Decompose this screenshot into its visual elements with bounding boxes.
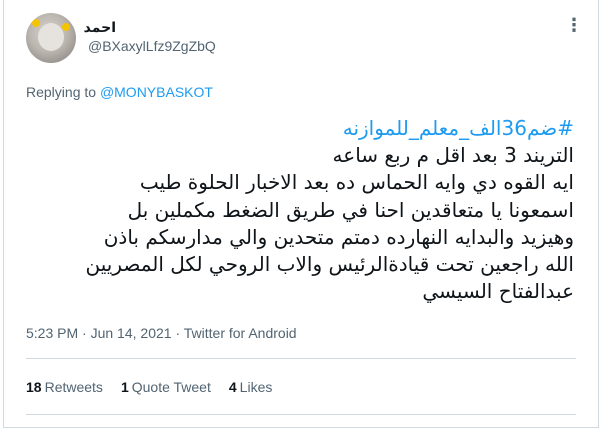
tweet-time[interactable]: 5:23 PM [26,325,78,341]
emoji-icon [32,19,40,27]
divider [26,414,576,415]
retweets-count: 18 [26,379,42,395]
tweet-date[interactable]: Jun 14, 2021 [91,325,172,341]
tweet-source[interactable]: Twitter for Android [184,325,297,341]
meta-separator: · [82,325,87,341]
user-handle[interactable]: @BXaxylLfz9ZgZbQ [88,38,216,54]
retweets-label: Retweets [44,379,103,395]
tweet-stats: 18 Retweets 1 Quote Tweet 4 Likes [26,379,272,395]
retweets-stat[interactable]: 18 Retweets [26,379,103,395]
tweet-line: التريند 3 بعد اقل م ربع ساعه [332,143,574,168]
more-options-icon[interactable]: ⋮ [565,16,584,34]
emoji-icon [62,23,70,31]
quotes-count: 1 [120,379,129,395]
tweet-meta: 5:23 PM · Jun 14, 2021 · Twitter for And… [26,325,297,341]
quotes-stat[interactable]: 1 Quote Tweet [121,379,211,395]
tweet-line: الله راجعين تحت قيادةالرئيس والاب الروحي… [85,252,575,277]
tweet-line: وهيزيد والبدايه النهارده دمتم متحدين وال… [103,224,574,249]
tweet-text: #ضم36الف_معلم_للموازنه التريند 3 بعد اقل… [14,115,575,305]
meta-separator: · [175,325,181,341]
hashtag-link[interactable]: #ضم36الف_معلم_للموازنه [14,115,574,142]
tweet-card: احمد @BXaxylLfz9ZgZbQ ⋮ Replying to @MON… [3,0,599,428]
likes-label: Likes [239,379,273,395]
replying-to-mention[interactable]: @MONYBASKOT [100,84,213,100]
tweet-header: احمد @BXaxylLfz9ZgZbQ [26,13,216,63]
divider [26,358,576,359]
user-names: احمد @BXaxylLfz9ZgZbQ [84,19,216,54]
tweet-line: اسمعونا يا متعاقدين احنا في طريق الضغط م… [127,197,574,222]
display-name[interactable]: احمد [84,19,116,36]
avatar-face [38,23,64,51]
likes-stat[interactable]: 4 Likes [229,379,272,395]
likes-count: 4 [228,379,237,395]
replying-to-label: Replying to [26,84,97,100]
quotes-label: Quote Tweet [131,379,211,395]
avatar[interactable] [26,13,76,63]
tweet-line: ايه القوه دي وايه الحماس ده بعد الاخبار … [139,170,574,195]
replying-to: Replying to @MONYBASKOT [26,84,213,100]
tweet-line: عبدالفتاح السيسي [422,279,574,304]
